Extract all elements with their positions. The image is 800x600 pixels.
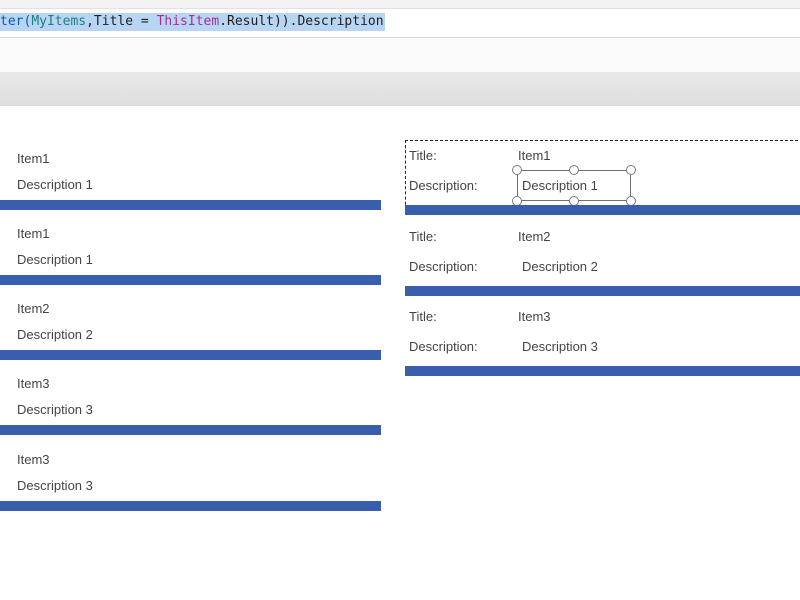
- row-separator: [405, 286, 800, 296]
- description-caption-label: Description:: [409, 259, 478, 274]
- item-title-label: Item1: [17, 226, 50, 241]
- item-title-value: Item3: [518, 309, 551, 324]
- item-description-value: Description 2: [522, 259, 598, 274]
- formula-token-collection: MyItems: [31, 14, 87, 29]
- formula-token-condition: ,Title =: [86, 14, 157, 29]
- row-separator: [405, 205, 800, 215]
- row-separator: [0, 501, 381, 511]
- resize-handle-top-center[interactable]: [569, 165, 579, 175]
- formula-bar[interactable]: ter(MyItems,Title = ThisItem.Result)).De…: [0, 9, 800, 38]
- item-title-label: Item3: [17, 452, 50, 467]
- formula-token-thisitem: ThisItem: [156, 14, 220, 29]
- item-description-label: Description 3: [17, 478, 93, 493]
- formula-text-selected[interactable]: ter(MyItems,Title = ThisItem.Result)).De…: [0, 13, 385, 31]
- description-caption-label: Description:: [409, 339, 478, 354]
- item-description-label: Description 1: [17, 252, 93, 267]
- top-edge: [0, 0, 800, 9]
- title-caption-label: Title:: [409, 148, 437, 163]
- item-title-label: Item1: [17, 151, 50, 166]
- item-description-label: Description 2: [17, 327, 93, 342]
- canvas-header-band: [0, 72, 800, 106]
- row-separator: [0, 275, 381, 285]
- resize-handle-top-right[interactable]: [626, 165, 636, 175]
- row-separator: [0, 200, 381, 210]
- item-description-label: Description 1: [17, 177, 93, 192]
- description-caption-label: Description:: [409, 178, 478, 193]
- row-separator: [405, 366, 800, 376]
- properties-strip: [0, 38, 800, 72]
- formula-token-function: ter(: [0, 14, 32, 29]
- item-description-value[interactable]: Description 1: [522, 178, 598, 194]
- item-title-value: Item1: [518, 148, 551, 163]
- row-separator: [0, 350, 381, 360]
- row-separator: [0, 425, 381, 435]
- item-description-label: Description 3: [17, 402, 93, 417]
- item-description-value: Description 3: [522, 339, 598, 354]
- title-caption-label: Title:: [409, 229, 437, 244]
- formula-token-property: .Result)).Description: [219, 14, 384, 29]
- item-title-label: Item3: [17, 376, 50, 391]
- item-title-value: Item2: [518, 229, 551, 244]
- item-title-label: Item2: [17, 301, 50, 316]
- resize-handle-top-left[interactable]: [512, 165, 522, 175]
- title-caption-label: Title:: [409, 309, 437, 324]
